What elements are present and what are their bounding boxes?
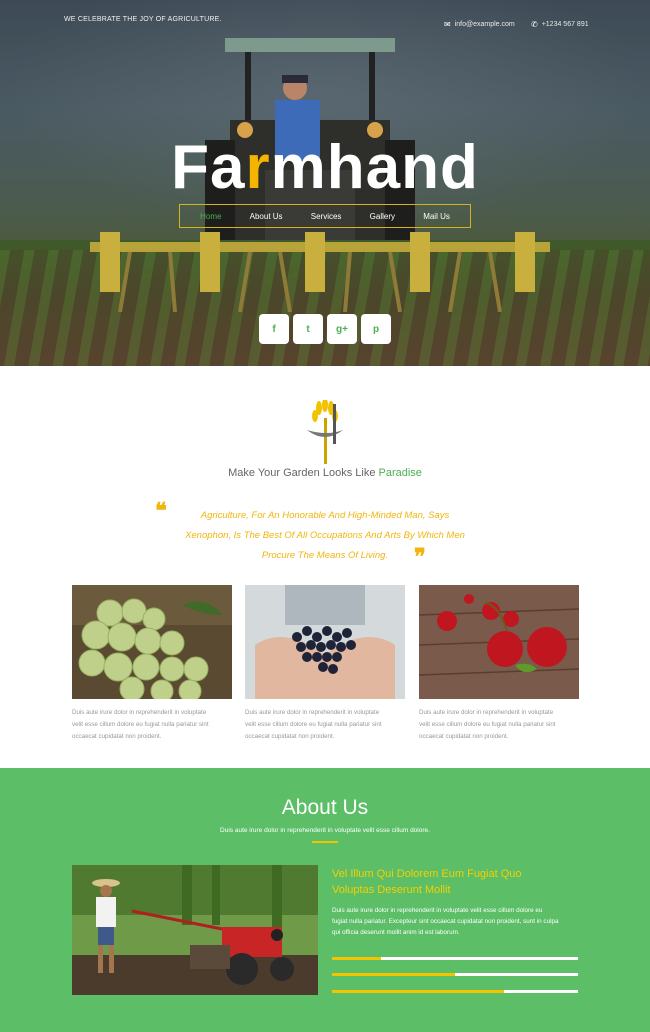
quote-line-1: Agriculture, For An Honorable And High-M… [200,510,450,521]
facebook-icon: f [272,323,276,335]
logo-text-part1: Fa [171,133,246,202]
pinterest-button[interactable]: p [361,314,391,344]
phone-contact[interactable]: ✆ +1234 567 891 [531,20,589,29]
hero-banner: WE CELEBRATE THE JOY OF AGRICULTURE. ✉ i… [0,0,650,366]
logo-text-accent: r [245,133,271,202]
farmer-image [72,865,318,995]
card-text-line: velit esse cillum dolore eu fugiat nulla… [419,721,556,728]
progress-fill [332,990,505,993]
logo-text-part2: mhand [270,133,479,202]
progress-fill [332,973,455,976]
about-divider [312,841,338,843]
card-text-line: Duis aute irure dolor in reprehenderit i… [72,709,207,716]
card-text-line: occaecat cupidatat non proident. [419,733,509,740]
berries-image [245,585,405,699]
nav-services[interactable]: Services [311,212,342,221]
about-text-line: qui officia deserunt mollit anim id est … [332,929,460,936]
mission-quote: Agriculture, For An Honorable And High-M… [155,506,495,566]
about-heading: Vel Illum Qui Dolorem Eum Fugiat Quo Vol… [332,866,572,898]
quote-line-2: Xenophon, Is The Best Of All Occupations… [185,530,465,541]
about-heading-line-2: Voluptas Deserunt Mollit [332,884,451,896]
card-description: Duis aute irure dolor in reprehenderit i… [245,707,405,743]
about-description: Duis aute irure dolor in reprehenderit i… [332,905,582,938]
progress-bar-3 [332,990,578,993]
tiller-implement [90,232,550,312]
phone-icon: ✆ [531,20,538,29]
phone-text: +1234 567 891 [541,21,589,28]
progress-bar-1 [332,957,578,960]
email-contact[interactable]: ✉ info@example.com [444,20,515,29]
nav-home[interactable]: Home [200,212,221,221]
cherries-image [419,585,579,699]
about-heading-line-1: Vel Illum Qui Dolorem Eum Fugiat Quo [332,868,522,880]
twitter-icon: t [306,323,310,335]
progress-fill [332,957,382,960]
nav-gallery[interactable]: Gallery [370,212,395,221]
card-text-line: Duis aute irure dolor in reprehenderit i… [419,709,554,716]
facebook-button[interactable]: f [259,314,289,344]
google-plus-button[interactable]: g+ [327,314,357,344]
main-nav: Home About Us Services Gallery Mail Us [179,204,471,228]
mission-title-prefix: Make Your Garden Looks Like [228,467,379,479]
card-description: Duis aute irure dolor in reprehenderit i… [419,707,579,743]
nav-about-us[interactable]: About Us [250,212,283,221]
google-plus-icon: g+ [336,323,348,335]
site-logo[interactable]: Farmhand [0,132,650,203]
card-text-line: velit esse cillum dolore eu fugiat nulla… [72,721,209,728]
product-card-sugar-apple[interactable]: Duis aute irure dolor in reprehenderit i… [72,585,232,743]
top-tagline: WE CELEBRATE THE JOY OF AGRICULTURE. [64,16,222,23]
mission-title-highlight: Paradise [378,467,422,479]
card-text-line: occaecat cupidatat non proident. [72,733,162,740]
card-text-line: velit esse cillum dolore eu fugiat nulla… [245,721,382,728]
about-title: About Us [281,796,369,819]
card-text-line: Duis aute irure dolor in reprehenderit i… [245,709,380,716]
about-subtitle: Duis aute irure dolor in reprehenderit i… [220,827,430,834]
about-text-line: fugiat nulla pariatur. Excepteur sint oc… [332,918,559,925]
email-text: info@example.com [454,21,515,28]
product-card-berries[interactable]: Duis aute irure dolor in reprehenderit i… [245,585,405,743]
about-text-line: Duis aute irure dolor in reprehenderit i… [332,907,543,914]
progress-bar-2 [332,973,578,976]
mission-title: Make Your Garden Looks Like Paradise [0,467,650,479]
pinterest-icon: p [372,323,380,335]
twitter-button[interactable]: t [293,314,323,344]
sugar-apple-image [72,585,232,699]
wheat-sickle-icon [307,400,343,464]
card-text-line: occaecat cupidatat non proident. [245,733,335,740]
nav-mail-us[interactable]: Mail Us [423,212,450,221]
card-description: Duis aute irure dolor in reprehenderit i… [72,707,232,743]
envelope-icon: ✉ [444,20,451,29]
quote-line-3: Procure The Means Of Living. [261,550,389,561]
product-card-cherries[interactable]: Duis aute irure dolor in reprehenderit i… [419,585,579,743]
quote-close-icon: ❞ [414,544,426,570]
